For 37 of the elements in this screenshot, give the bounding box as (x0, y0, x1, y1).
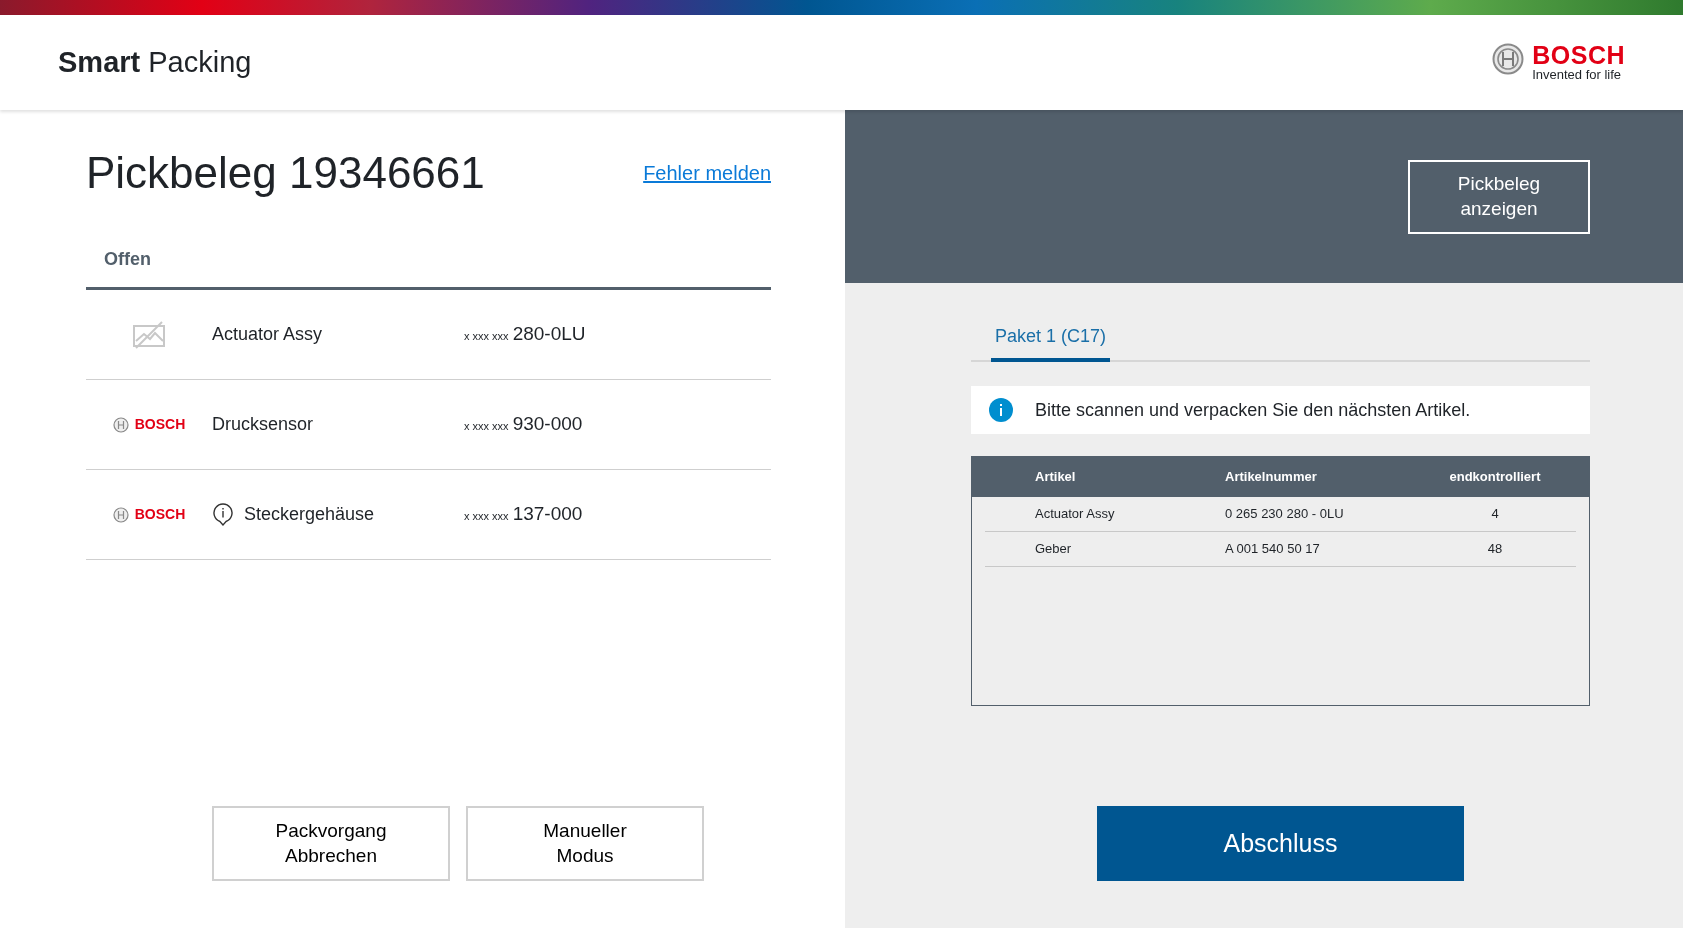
column-header: Artikel (1034, 468, 1077, 487)
table-cell-text: 48 (1486, 540, 1504, 559)
item-name: Actuator Assy (212, 323, 323, 346)
table-cell-text: A 001 540 50 17 (1225, 540, 1321, 559)
table-cell-text: Actuator Assy (1034, 505, 1116, 524)
part-number: 137-000 (512, 502, 583, 527)
item-name: Drucksensor (212, 413, 314, 436)
part-number: 930-000 (512, 412, 583, 437)
brand-logo: BOSCH (134, 505, 186, 524)
info-icon (989, 398, 1013, 422)
brand-logo: BOSCH (134, 415, 186, 434)
show-document-button[interactable]: Pickbeleg anzeigen (1408, 160, 1590, 234)
notice-text: Bitte scannen und verpacken Sie den nächsten Artikel. (1035, 398, 1471, 422)
action-button[interactable]: Packvorgang Abbrechen (212, 806, 450, 881)
report-error-link[interactable]: Fehler melden (643, 158, 771, 188)
table-cell-text: Geber (1034, 540, 1073, 559)
app-title: Smart Packing (58, 45, 252, 78)
part-number-prefix: x xxx xxx (464, 419, 509, 435)
tab[interactable]: Offen (86, 228, 169, 287)
column-header: Artikelnummer (1225, 468, 1318, 487)
part-number-prefix: x xxx xxx (464, 509, 509, 525)
image-placeholder-icon (132, 320, 166, 349)
tab[interactable]: Paket 1 (C17) (991, 313, 1111, 362)
item-name: Steckergehäuse (244, 503, 375, 526)
brand-emblem-icon (112, 506, 129, 523)
tagline: Invented for life (1532, 67, 1623, 83)
page-title: Pickbeleg 19346661 (86, 147, 485, 199)
part-number-prefix: x xxx xxx (464, 329, 509, 345)
part-number: 280-0LU (512, 322, 586, 347)
brand-emblem-icon (112, 416, 129, 433)
brand-emblem-icon (1492, 42, 1525, 75)
brand-logo: BOSCH (1532, 42, 1625, 68)
column-header: endkontrolliert (1448, 468, 1542, 487)
finish-button[interactable]: Abschluss (1097, 806, 1464, 881)
table-cell-text: 0 265 230 280 - 0LU (1225, 505, 1345, 524)
table-cell-text: 4 (1490, 505, 1500, 524)
action-button[interactable]: Manueller Modus (466, 806, 704, 881)
